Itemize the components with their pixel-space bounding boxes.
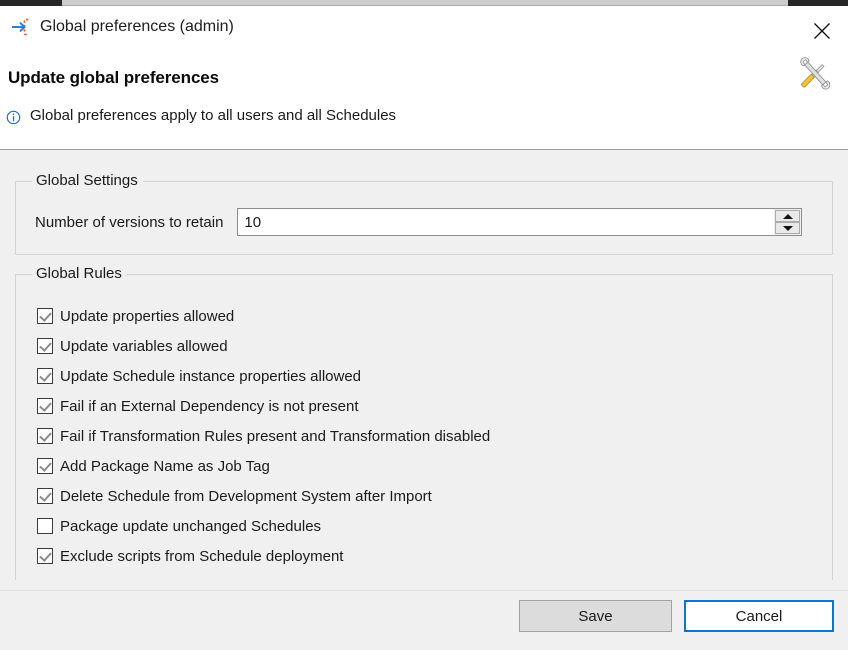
rule-label: Fail if an External Dependency is not pr… [60, 397, 359, 415]
checkbox-checked-icon[interactable] [37, 428, 53, 444]
dialog-title-row: Global preferences (admin) [10, 16, 234, 38]
rule-label: Delete Schedule from Development System … [60, 487, 432, 505]
close-button[interactable] [802, 12, 842, 50]
rule-checkbox-row[interactable]: Exclude scripts from Schedule deployment [37, 541, 490, 571]
rule-checkbox-row[interactable]: Update properties allowed [37, 301, 490, 331]
global-rules-legend: Global Rules [32, 265, 127, 282]
global-rules-group: Global Rules Update properties allowed Up… [15, 265, 833, 580]
rule-checkbox-row[interactable]: Update Schedule instance properties allo… [37, 361, 490, 391]
dialog-header: Global preferences (admin) Update global… [0, 6, 848, 150]
checkbox-checked-icon[interactable] [37, 368, 53, 384]
rule-checkbox-row[interactable]: Add Package Name as Job Tag [37, 451, 490, 481]
close-icon [813, 22, 831, 40]
global-settings-group: Global Settings Number of versions to re… [15, 172, 833, 255]
rule-label: Fail if Transformation Rules present and… [60, 427, 491, 445]
rule-label: Update Schedule instance properties allo… [60, 367, 362, 385]
rule-checkbox-row[interactable]: Update variables allowed [37, 331, 490, 361]
checkbox-checked-icon[interactable] [37, 308, 53, 324]
import-arrow-icon [10, 16, 32, 38]
rule-label: Update variables allowed [60, 337, 228, 355]
checkbox-checked-icon[interactable] [37, 548, 53, 564]
dialog-title: Global preferences (admin) [40, 18, 234, 35]
checkbox-checked-icon[interactable] [37, 488, 53, 504]
global-rules-list: Update properties allowed Update variable… [37, 301, 490, 571]
spinner-decrement-button[interactable] [775, 222, 801, 234]
global-settings-legend: Global Settings [32, 172, 143, 189]
checkbox-unchecked-icon[interactable] [37, 518, 53, 534]
page-title: Update global preferences [8, 68, 220, 87]
rule-checkbox-row[interactable]: Package update unchanged Schedules [37, 511, 490, 541]
versions-to-retain-row: Number of versions to retain [35, 208, 803, 236]
info-circle-icon [6, 110, 21, 125]
checkbox-checked-icon[interactable] [37, 398, 53, 414]
checkbox-checked-icon[interactable] [37, 338, 53, 354]
rule-label: Exclude scripts from Schedule deployment [60, 547, 344, 565]
rule-checkbox-row[interactable]: Delete Schedule from Development System … [37, 481, 490, 511]
checkbox-checked-icon[interactable] [37, 458, 53, 474]
versions-to-retain-label: Number of versions to retain [35, 213, 224, 231]
rule-checkbox-row[interactable]: Fail if an External Dependency is not pr… [37, 391, 490, 421]
info-message-text: Global preferences apply to all users an… [30, 107, 397, 124]
rule-label: Package update unchanged Schedules [60, 517, 322, 535]
triangle-down-icon [782, 225, 793, 231]
dialog-footer: Save Cancel [0, 590, 848, 650]
rule-checkbox-row[interactable]: Fail if Transformation Rules present and… [37, 421, 490, 451]
spinner-buttons[interactable] [774, 208, 803, 236]
versions-to-retain-input[interactable] [237, 208, 776, 236]
save-button[interactable]: Save [519, 600, 672, 632]
cancel-button[interactable]: Cancel [684, 600, 834, 632]
spinner-increment-button[interactable] [775, 210, 801, 222]
rule-label: Update properties allowed [60, 307, 235, 325]
tools-wrench-screwdriver-icon [790, 48, 840, 98]
info-message: Global preferences apply to all users an… [6, 107, 396, 125]
rule-label: Add Package Name as Job Tag [60, 457, 270, 475]
versions-to-retain-stepper[interactable] [237, 208, 803, 236]
triangle-up-icon [782, 213, 793, 219]
dialog-body: Global Settings Number of versions to re… [0, 150, 848, 590]
